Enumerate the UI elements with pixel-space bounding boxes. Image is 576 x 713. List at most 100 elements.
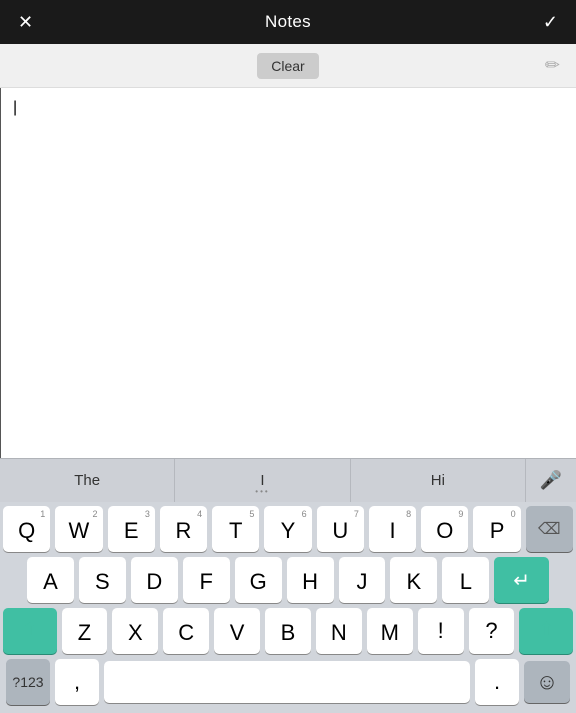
key-l[interactable]: L	[442, 557, 489, 603]
key-letter: S	[95, 569, 110, 595]
key-row-2: A S D F GHJ K L ↵	[3, 557, 573, 603]
key-letter: Q	[18, 518, 35, 544]
pencil-icon: ✏	[545, 55, 560, 76]
key-letter: G	[250, 569, 267, 595]
autocomplete-dots: •••	[255, 487, 269, 496]
numeric-key[interactable]: ?123	[6, 659, 50, 705]
text-cursor: |	[13, 99, 17, 116]
key-q[interactable]: 1Q	[3, 506, 50, 552]
period-key[interactable]: .	[475, 659, 519, 705]
key-letter: A	[43, 569, 58, 595]
key-i[interactable]: 8I	[369, 506, 416, 552]
key-x[interactable]: X	[112, 608, 158, 654]
key-letter: X	[128, 620, 143, 646]
shift-icon: ⇧	[22, 619, 37, 643]
key-letter: R	[176, 518, 192, 544]
key-number: 3	[145, 509, 150, 519]
enter-icon: ↵	[513, 568, 530, 593]
app-title: Notes	[265, 12, 311, 32]
key-letter: N	[331, 620, 347, 646]
key-letter: W	[69, 518, 90, 544]
bottom-row: ?123,. ☺	[3, 659, 573, 711]
key-letter: U	[332, 518, 348, 544]
key-exclamation[interactable]: !	[418, 608, 464, 654]
numeric-label: ?123	[12, 674, 43, 690]
key-letter: L	[460, 569, 472, 595]
key-w[interactable]: 2W	[55, 506, 102, 552]
key-y[interactable]: 6Y	[264, 506, 311, 552]
key-letter: K	[407, 569, 422, 595]
autocomplete-the[interactable]: The	[0, 459, 175, 502]
key-letter: Y	[281, 518, 296, 544]
shift-right-button[interactable]: ⇧	[519, 608, 573, 654]
key-r[interactable]: 4R	[160, 506, 207, 552]
notes-toolbar: Clear ✏	[0, 44, 576, 88]
key-k[interactable]: K	[390, 557, 437, 603]
key-question[interactable]: ?	[469, 608, 515, 654]
backspace-icon: ⌫	[538, 519, 561, 539]
key-letter: J	[356, 569, 367, 595]
key-number: 0	[511, 509, 516, 519]
key-number: 9	[458, 509, 463, 519]
emoji-key[interactable]: ☺	[524, 661, 570, 703]
key-letter: I	[389, 518, 395, 544]
key-number: 7	[354, 509, 359, 519]
key-m[interactable]: M	[367, 608, 413, 654]
key-u[interactable]: 7U	[317, 506, 364, 552]
autocomplete-i[interactable]: I •••	[175, 459, 350, 502]
key-f[interactable]: F	[183, 557, 230, 603]
mic-icon: 🎤	[540, 470, 562, 491]
autocomplete-bar: The I ••• Hi 🎤	[0, 458, 576, 502]
key-letter: B	[281, 620, 296, 646]
key-number: 4	[197, 509, 202, 519]
autocomplete-hi[interactable]: Hi	[351, 459, 526, 502]
key-z[interactable]: Z	[62, 608, 108, 654]
key-letter: D	[146, 569, 162, 595]
keys-area: 1Q2W3E4R5T6Y7U8I9O0P⌫ ASDFGHJKL↵ ⇧ZXCVBN…	[0, 502, 576, 713]
period-label: .	[494, 669, 500, 695]
key-number: 8	[406, 509, 411, 519]
key-row-3: ⇧ZXCVBNM!?⇧	[3, 608, 573, 654]
enter-button[interactable]: ↵	[494, 557, 549, 603]
key-v[interactable]: V	[214, 608, 260, 654]
keyboard-container: The I ••• Hi 🎤 1Q2W3E4R5T6Y7U8I9O0P⌫ ASD…	[0, 458, 576, 713]
key-letter: P	[490, 518, 505, 544]
key-e[interactable]: 3E	[108, 506, 155, 552]
notes-text-area[interactable]: |	[0, 88, 576, 458]
backspace-button[interactable]: ⌫	[526, 506, 573, 552]
key-letter: V	[230, 620, 245, 646]
close-button[interactable]: ✕	[14, 9, 37, 35]
key-c[interactable]: C	[163, 608, 209, 654]
key-letter: E	[124, 518, 139, 544]
key-number: 5	[249, 509, 254, 519]
key-letter: F	[199, 569, 212, 595]
key-row-1: 1Q2W3E4R5T6Y7U8I9O0P⌫	[3, 506, 573, 552]
key-number: 1	[40, 509, 45, 519]
key-h[interactable]: H	[287, 557, 334, 603]
comma-key[interactable]: ,	[55, 659, 99, 705]
clear-button[interactable]: Clear	[257, 53, 318, 79]
key-letter: M	[381, 620, 399, 646]
space-bar[interactable]	[104, 661, 470, 703]
key-j[interactable]: J	[339, 557, 386, 603]
shift-left-button[interactable]: ⇧	[3, 608, 57, 654]
key-number: 2	[93, 509, 98, 519]
key-p[interactable]: 0P	[473, 506, 520, 552]
key-o[interactable]: 9O	[421, 506, 468, 552]
comma-label: ,	[74, 669, 80, 695]
key-n[interactable]: N	[316, 608, 362, 654]
emoji-icon: ☺	[536, 669, 558, 695]
key-s[interactable]: S	[79, 557, 126, 603]
confirm-button[interactable]: ✓	[539, 9, 562, 35]
app-header: ✕ Notes ✓	[0, 0, 576, 44]
mic-button[interactable]: 🎤	[526, 459, 576, 502]
key-d[interactable]: D	[131, 557, 178, 603]
key-letter: O	[436, 518, 453, 544]
key-letter: T	[229, 518, 242, 544]
key-number: 6	[302, 509, 307, 519]
key-b[interactable]: B	[265, 608, 311, 654]
key-t[interactable]: 5T	[212, 506, 259, 552]
key-g[interactable]: G	[235, 557, 282, 603]
key-letter: C	[178, 620, 194, 646]
key-a[interactable]: A	[27, 557, 74, 603]
